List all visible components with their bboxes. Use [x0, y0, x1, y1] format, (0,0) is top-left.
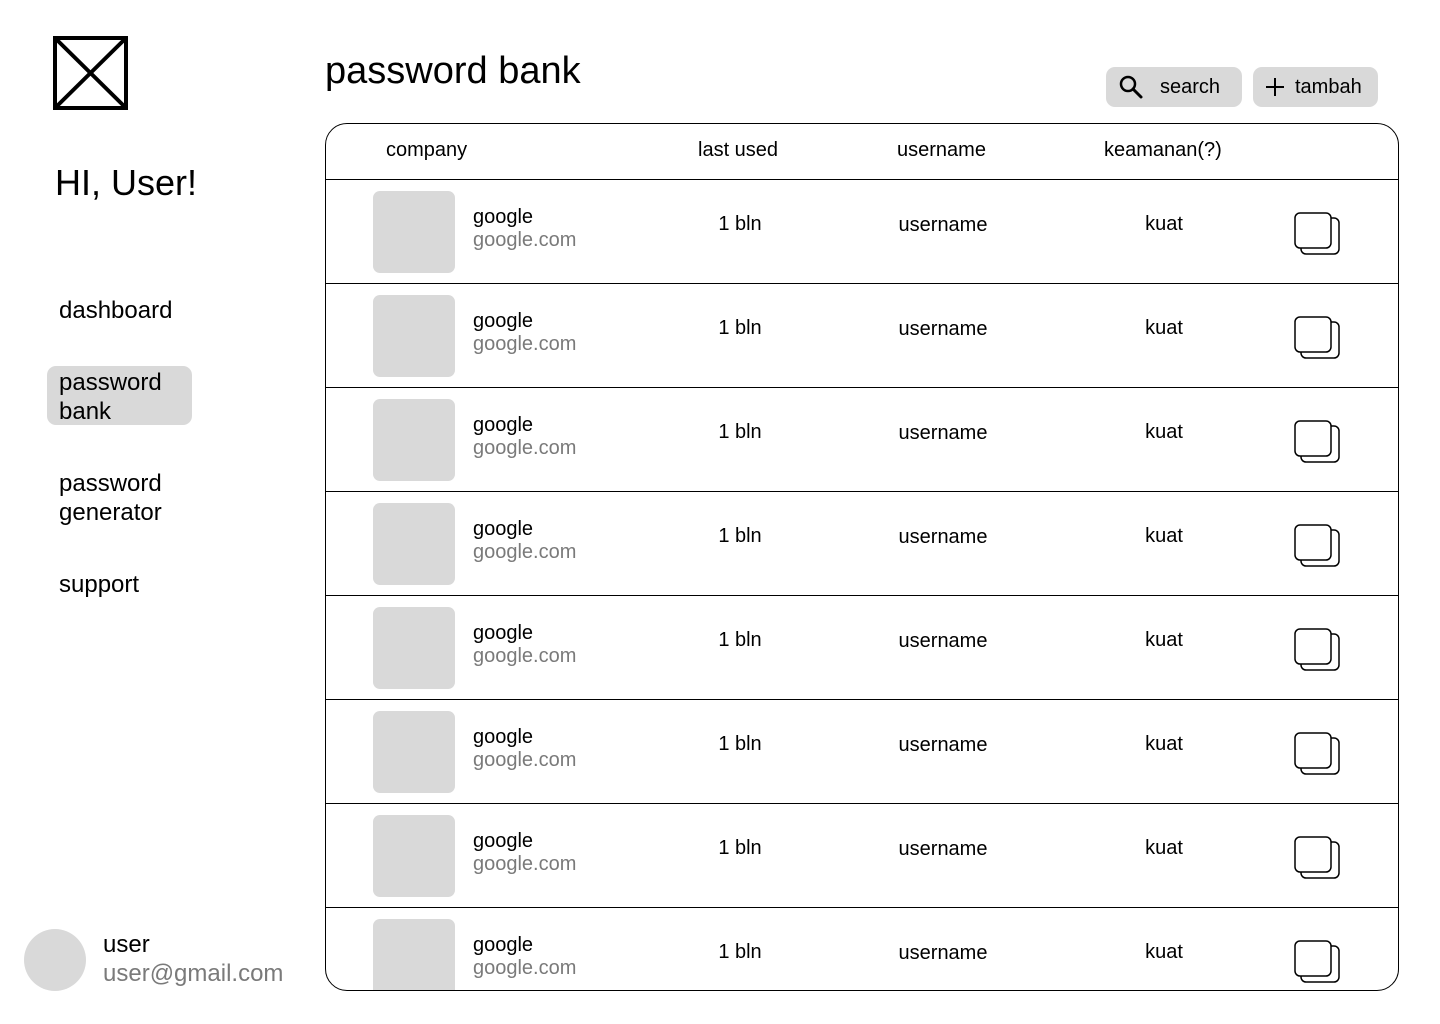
- company-name: google: [473, 726, 534, 748]
- search-button[interactable]: search: [1106, 67, 1242, 107]
- security-value: kuat: [1145, 733, 1183, 755]
- company-logo-placeholder: [373, 399, 455, 481]
- search-button-label: search: [1160, 75, 1221, 98]
- copy-icon[interactable]: [1293, 939, 1341, 984]
- company-logo-placeholder: [373, 919, 455, 990]
- last-used-value: 1 bln: [718, 733, 762, 755]
- security-value: kuat: [1145, 941, 1183, 963]
- company-logo-placeholder: [373, 191, 455, 273]
- last-used-value: 1 bln: [718, 317, 762, 339]
- last-used-value: 1 bln: [718, 941, 762, 963]
- user-email: user@gmail.com: [103, 960, 284, 987]
- company-domain: google.com: [473, 437, 577, 459]
- company-domain: google.com: [473, 957, 577, 979]
- security-value: kuat: [1145, 317, 1183, 339]
- company-name: google: [473, 414, 534, 436]
- username-value: username: [898, 838, 988, 860]
- username-value: username: [898, 214, 988, 236]
- table-body: google google.com 1 bln username kuat go…: [326, 180, 1398, 990]
- add-button[interactable]: tambah: [1253, 67, 1378, 107]
- company-logo-placeholder: [373, 815, 455, 897]
- column-header-security: keamanan(?): [1104, 139, 1222, 161]
- table-row[interactable]: google google.com 1 bln username kuat: [326, 908, 1398, 990]
- table-header: company last used username keamanan(?): [326, 124, 1398, 180]
- security-value: kuat: [1145, 629, 1183, 651]
- greeting: HI, User!: [55, 162, 198, 203]
- sidebar-item-password-bank[interactable]: password bank: [47, 366, 192, 425]
- copy-icon[interactable]: [1293, 211, 1341, 256]
- username-value: username: [898, 734, 988, 756]
- company-domain: google.com: [473, 229, 577, 251]
- sidebar-item-support[interactable]: support: [47, 568, 192, 601]
- table-row[interactable]: google google.com 1 bln username kuat: [326, 804, 1398, 908]
- username-value: username: [898, 630, 988, 652]
- copy-icon[interactable]: [1293, 731, 1341, 776]
- company-domain: google.com: [473, 853, 577, 875]
- last-used-value: 1 bln: [718, 421, 762, 443]
- add-button-label: tambah: [1295, 75, 1362, 98]
- username-value: username: [898, 942, 988, 964]
- security-value: kuat: [1145, 213, 1183, 235]
- table-row[interactable]: google google.com 1 bln username kuat: [326, 700, 1398, 804]
- table-row[interactable]: google google.com 1 bln username kuat: [326, 284, 1398, 388]
- company-logo-placeholder: [373, 295, 455, 377]
- sidebar-item-dashboard[interactable]: dashboard: [47, 294, 192, 327]
- security-value: kuat: [1145, 421, 1183, 443]
- plus-icon: [1266, 78, 1284, 96]
- user-name: user: [103, 931, 150, 958]
- company-name: google: [473, 934, 534, 956]
- table-row[interactable]: google google.com 1 bln username kuat: [326, 180, 1398, 284]
- company-domain: google.com: [473, 333, 577, 355]
- security-value: kuat: [1145, 525, 1183, 547]
- company-logo-placeholder: [373, 503, 455, 585]
- company-domain: google.com: [473, 749, 577, 771]
- company-name: google: [473, 518, 534, 540]
- table-row[interactable]: google google.com 1 bln username kuat: [326, 492, 1398, 596]
- last-used-value: 1 bln: [718, 525, 762, 547]
- username-value: username: [898, 318, 988, 340]
- company-name: google: [473, 310, 534, 332]
- last-used-value: 1 bln: [718, 213, 762, 235]
- username-value: username: [898, 422, 988, 444]
- sidebar-item-password-generator[interactable]: password generator: [47, 467, 192, 529]
- table-row[interactable]: google google.com 1 bln username kuat: [326, 388, 1398, 492]
- company-name: google: [473, 830, 534, 852]
- security-value: kuat: [1145, 837, 1183, 859]
- password-table: company last used username keamanan(?) g…: [325, 123, 1399, 991]
- company-logo-placeholder: [373, 711, 455, 793]
- logo-placeholder-icon: [53, 36, 128, 110]
- column-header-last-used: last used: [698, 139, 779, 161]
- last-used-value: 1 bln: [718, 837, 762, 859]
- copy-icon[interactable]: [1293, 419, 1341, 464]
- search-icon: [1119, 75, 1143, 99]
- copy-icon[interactable]: [1293, 835, 1341, 880]
- company-name: google: [473, 622, 534, 644]
- last-used-value: 1 bln: [718, 629, 762, 651]
- column-header-company: company: [386, 139, 468, 161]
- copy-icon[interactable]: [1293, 523, 1341, 568]
- avatar[interactable]: [24, 929, 86, 991]
- copy-icon[interactable]: [1293, 627, 1341, 672]
- company-domain: google.com: [473, 645, 577, 667]
- column-header-username: username: [897, 139, 986, 161]
- company-name: google: [473, 206, 534, 228]
- copy-icon[interactable]: [1293, 315, 1341, 360]
- company-logo-placeholder: [373, 607, 455, 689]
- company-domain: google.com: [473, 541, 577, 563]
- table-row[interactable]: google google.com 1 bln username kuat: [326, 596, 1398, 700]
- username-value: username: [898, 526, 988, 548]
- page-title: password bank: [325, 50, 581, 92]
